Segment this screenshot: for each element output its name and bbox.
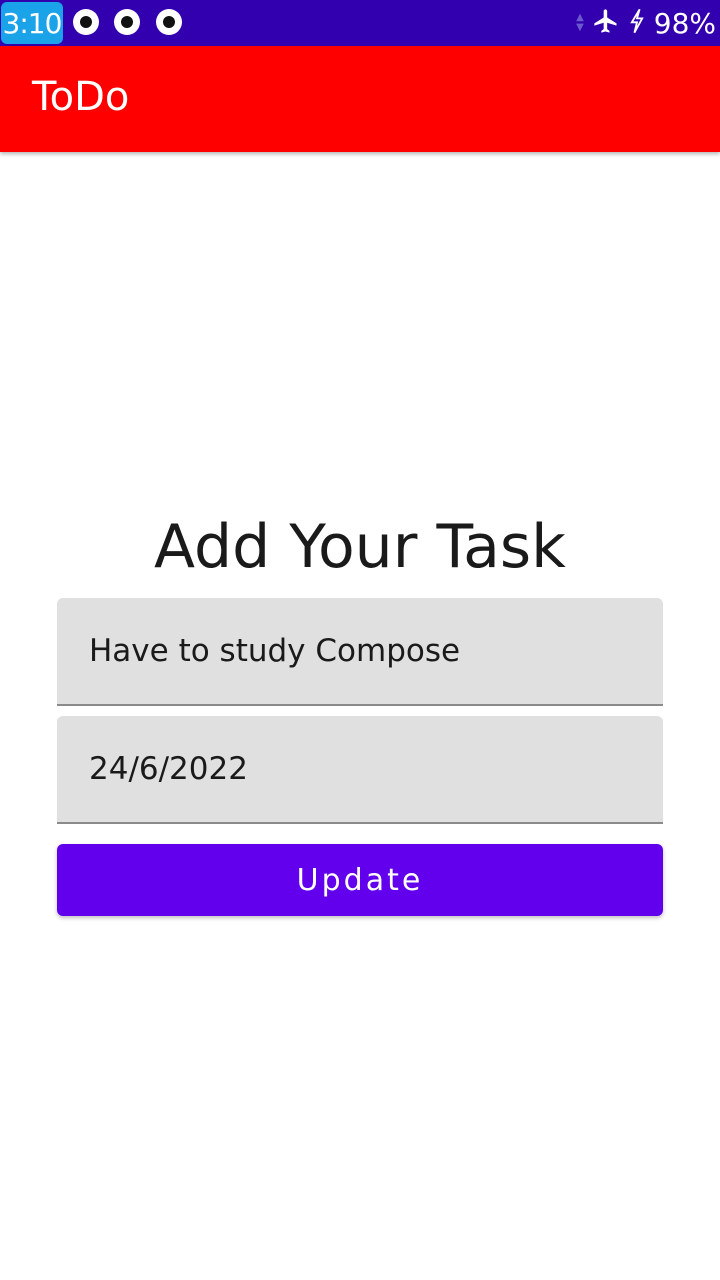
charging-bolt-icon (628, 8, 646, 38)
status-clock: 3:10 (1, 2, 63, 44)
app-notification-icon (73, 9, 99, 35)
airplane-mode-icon (592, 7, 620, 39)
app-bar: ToDo (0, 46, 720, 152)
status-bar: 3:10 ▲ ▼ 98% (0, 0, 720, 46)
data-arrows-icon: ▲ ▼ (576, 12, 584, 33)
date-field[interactable] (57, 716, 663, 824)
update-button[interactable]: Update (57, 844, 663, 916)
page-heading: Add Your Task (154, 512, 566, 582)
battery-percentage: 98% (653, 6, 716, 40)
app-notification-icon (156, 9, 182, 35)
task-input[interactable] (89, 598, 649, 704)
app-notification-icon (114, 9, 140, 35)
app-title: ToDo (32, 74, 130, 120)
task-field[interactable] (57, 598, 663, 706)
date-input[interactable] (89, 716, 649, 822)
status-indicators: ▲ ▼ 98% (576, 0, 716, 46)
